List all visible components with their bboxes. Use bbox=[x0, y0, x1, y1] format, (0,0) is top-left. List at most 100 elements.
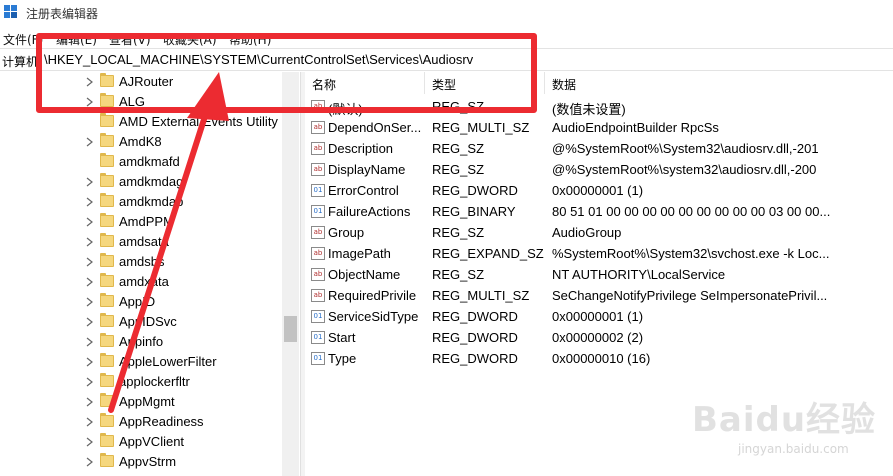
string-value-icon: ab bbox=[311, 247, 325, 260]
tree-item-label: amdkmafd bbox=[119, 154, 180, 169]
menu-file[interactable]: 文件(F) bbox=[3, 31, 43, 48]
tree-item[interactable]: AppleLowerFilter bbox=[0, 352, 280, 372]
column-header-data[interactable]: 数据 bbox=[545, 72, 893, 94]
tree-item-label: applockerfltr bbox=[119, 374, 190, 389]
folder-icon bbox=[100, 353, 114, 367]
menu-help[interactable]: 帮助(H) bbox=[229, 31, 271, 48]
chevron-right-icon[interactable] bbox=[86, 377, 93, 387]
chevron-right-icon[interactable] bbox=[86, 197, 93, 207]
chevron-right-icon[interactable] bbox=[86, 237, 93, 247]
value-row[interactable]: ab (默认) REG_SZ (数值未设置) bbox=[305, 96, 893, 117]
tree-item-label: AppvStrm bbox=[119, 454, 177, 469]
chevron-right-icon[interactable] bbox=[86, 257, 93, 267]
tree-item[interactable]: AppIDSvc bbox=[0, 312, 280, 332]
tree-item[interactable]: AmdPPM bbox=[0, 212, 280, 232]
string-value-icon: ab bbox=[311, 289, 325, 302]
value-name: ImagePath bbox=[328, 246, 391, 261]
value-type: REG_MULTI_SZ bbox=[432, 288, 530, 303]
value-row[interactable]: 01 ServiceSidType REG_DWORD 0x00000001 (1) bbox=[305, 306, 893, 327]
column-header-name[interactable]: 名称 bbox=[305, 72, 425, 94]
value-name: (默认) bbox=[328, 102, 363, 117]
value-data: (数值未设置) bbox=[552, 102, 626, 117]
tree-item[interactable]: amdkmdag bbox=[0, 172, 280, 192]
value-type: REG_DWORD bbox=[432, 183, 518, 198]
tree-item[interactable]: AppVClient bbox=[0, 432, 280, 452]
chevron-right-icon[interactable] bbox=[86, 177, 93, 187]
folder-icon bbox=[100, 193, 114, 207]
window-title: 注册表编辑器 bbox=[26, 7, 99, 21]
value-row[interactable]: ab DisplayName REG_SZ @%SystemRoot%\system3… bbox=[305, 159, 893, 180]
value-row[interactable]: ab ImagePath REG_EXPAND_SZ %SystemRoot%\Sys… bbox=[305, 243, 893, 264]
value-type: REG_MULTI_SZ bbox=[432, 120, 530, 135]
tree-item[interactable]: AppvStrm bbox=[0, 452, 280, 472]
value-type: REG_SZ bbox=[432, 99, 485, 114]
value-name: FailureActions bbox=[328, 204, 411, 219]
chevron-right-icon[interactable] bbox=[86, 357, 93, 367]
chevron-right-icon[interactable] bbox=[86, 77, 93, 87]
chevron-right-icon[interactable] bbox=[86, 297, 93, 307]
menu-view[interactable]: 查看(V) bbox=[109, 31, 151, 48]
string-value-icon: ab bbox=[311, 163, 325, 176]
tree-item[interactable]: AppID bbox=[0, 292, 280, 312]
tree-item[interactable]: AmdK8 bbox=[0, 132, 280, 152]
string-value-icon: ab bbox=[311, 226, 325, 239]
tree-item-label: AmdK8 bbox=[119, 134, 162, 149]
value-row[interactable]: ab ObjectName REG_SZ NT AUTHORITY\LocalServ… bbox=[305, 264, 893, 285]
tree-scrollbar[interactable] bbox=[282, 72, 299, 476]
chevron-right-icon[interactable] bbox=[86, 417, 93, 427]
value-row[interactable]: ab DependOnSer... REG_MULTI_SZ AudioEndpoin… bbox=[305, 117, 893, 138]
tree-item[interactable]: AJRouter bbox=[0, 72, 280, 92]
address-bar[interactable]: 计算机 \HKEY_LOCAL_MACHINE\SYSTEM\CurrentCo… bbox=[0, 48, 893, 71]
tree-item[interactable]: AppMgmt bbox=[0, 392, 280, 412]
value-data: 0x00000001 (1) bbox=[552, 309, 644, 324]
chevron-right-icon[interactable] bbox=[86, 437, 93, 447]
folder-icon bbox=[100, 153, 114, 167]
key-tree: AJRouter ALG AMD External Events Utility… bbox=[0, 72, 300, 476]
tree-scrollbar-thumb[interactable] bbox=[284, 316, 297, 342]
chevron-right-icon[interactable] bbox=[86, 277, 93, 287]
registry-editor-icon bbox=[4, 5, 18, 19]
menu-edit[interactable]: 编辑(E) bbox=[56, 31, 97, 48]
chevron-right-icon[interactable] bbox=[86, 457, 93, 467]
value-type: REG_SZ bbox=[432, 162, 485, 177]
value-row[interactable]: ab Group REG_SZ AudioGroup bbox=[305, 222, 893, 243]
value-name: Description bbox=[328, 141, 394, 156]
folder-icon bbox=[100, 373, 114, 387]
tree-item[interactable]: amdkmdap bbox=[0, 192, 280, 212]
value-name: ErrorControl bbox=[328, 183, 399, 198]
value-name: ServiceSidType bbox=[328, 309, 419, 324]
value-row[interactable]: 01 Start REG_DWORD 0x00000002 (2) bbox=[305, 327, 893, 348]
value-row[interactable]: ab RequiredPrivile REG_MULTI_SZ SeChangeNot… bbox=[305, 285, 893, 306]
tree-item[interactable]: applockerfltr bbox=[0, 372, 280, 392]
tree-item[interactable]: amdsata bbox=[0, 232, 280, 252]
chevron-right-icon[interactable] bbox=[86, 137, 93, 147]
chevron-right-icon[interactable] bbox=[86, 97, 93, 107]
values-list: 名称 类型 数据 ab (默认) REG_SZ (数值未设置) ab DependOnS… bbox=[305, 72, 893, 476]
value-name: Type bbox=[328, 351, 357, 366]
chevron-right-icon[interactable] bbox=[86, 317, 93, 327]
tree-item[interactable]: amdkmafd bbox=[0, 152, 280, 172]
tree-item[interactable]: amdxata bbox=[0, 272, 280, 292]
tree-item[interactable]: AppReadiness bbox=[0, 412, 280, 432]
address-path[interactable]: \HKEY_LOCAL_MACHINE\SYSTEM\CurrentContro… bbox=[44, 52, 473, 67]
title-bar: 注册表编辑器 bbox=[0, 0, 893, 26]
value-row[interactable]: ab Description REG_SZ @%SystemRoot%\System3… bbox=[305, 138, 893, 159]
tree-item[interactable]: Appinfo bbox=[0, 332, 280, 352]
chevron-right-icon[interactable] bbox=[86, 337, 93, 347]
tree-item[interactable]: ALG bbox=[0, 92, 280, 112]
menu-favorites[interactable]: 收藏夹(A) bbox=[163, 31, 217, 48]
column-header-type[interactable]: 类型 bbox=[425, 72, 545, 94]
value-data: 0x00000002 (2) bbox=[552, 330, 644, 345]
tree-item[interactable]: amdsbs bbox=[0, 252, 280, 272]
value-row[interactable]: 01 FailureActions REG_BINARY 80 51 01 00 00… bbox=[305, 201, 893, 222]
value-row[interactable]: 01 ErrorControl REG_DWORD 0x00000001 (1) bbox=[305, 180, 893, 201]
binary-value-icon: 01 bbox=[311, 352, 325, 365]
tree-item-label: amdkmdag bbox=[119, 174, 184, 189]
chevron-right-icon[interactable] bbox=[86, 217, 93, 227]
chevron-right-icon[interactable] bbox=[86, 397, 93, 407]
folder-icon bbox=[100, 313, 114, 327]
folder-icon bbox=[100, 113, 114, 127]
folder-icon bbox=[100, 433, 114, 447]
value-row[interactable]: 01 Type REG_DWORD 0x00000010 (16) bbox=[305, 348, 893, 369]
tree-item[interactable]: AMD External Events Utility bbox=[0, 112, 280, 132]
